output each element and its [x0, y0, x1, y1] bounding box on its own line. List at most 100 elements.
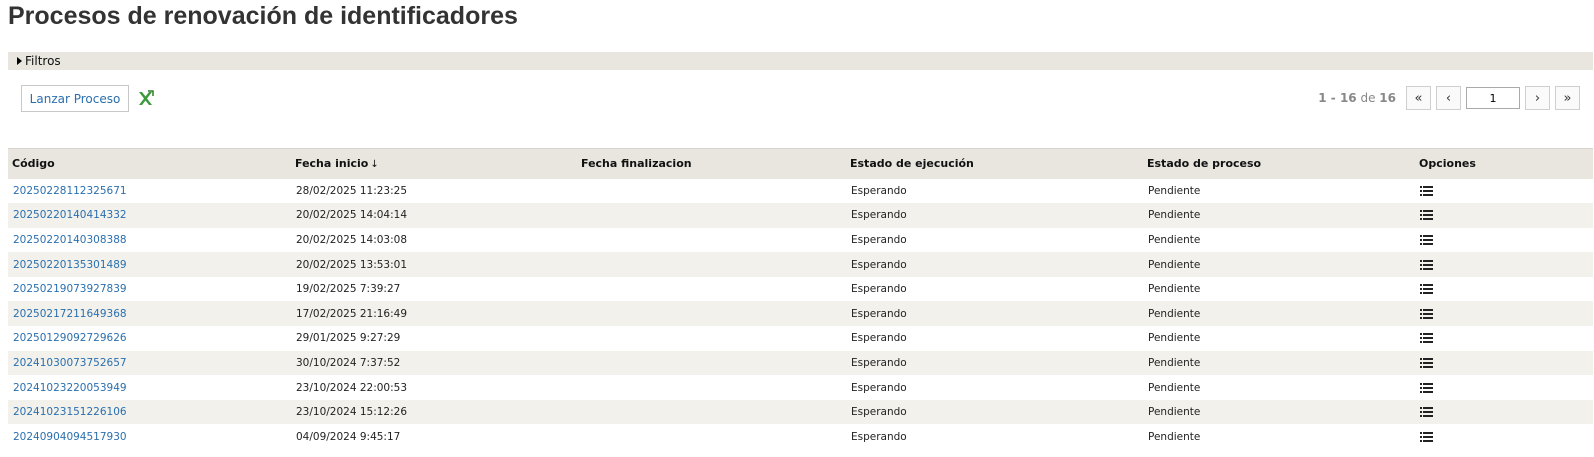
page-number-input[interactable] [1466, 87, 1520, 109]
table-row: 20250220140414332 20/02/2025 14:04:14 Espe… [8, 203, 1593, 228]
list-options-icon[interactable] [1420, 333, 1433, 344]
cell-start-date: 20/02/2025 14:04:14 [291, 203, 577, 228]
cell-end-date [577, 301, 846, 327]
list-options-icon[interactable] [1420, 185, 1433, 196]
prev-page-button[interactable]: ‹ [1436, 86, 1461, 110]
cell-options [1415, 350, 1593, 376]
cell-code: 20250220135301489 [8, 252, 291, 277]
cell-end-date [577, 179, 846, 204]
cell-code: 20241023220053949 [8, 375, 291, 400]
cell-process-state: Pendiente [1148, 430, 1201, 443]
cell-code: 20241030073752657 [8, 350, 291, 376]
cell-end-date [577, 424, 846, 449]
process-code-link[interactable]: 20250220140414332 [13, 209, 127, 221]
of-label: de [1356, 91, 1380, 105]
list-options-icon[interactable] [1420, 284, 1433, 295]
caret-right-icon [17, 57, 22, 65]
excel-export-icon[interactable] [137, 90, 154, 107]
list-options-icon[interactable] [1420, 357, 1433, 368]
cell-start-date: 29/01/2025 9:27:29 [296, 332, 401, 345]
table-row: 20250129092729626 29/01/2025 9:27:29 Esper… [8, 326, 1593, 351]
launch-process-button[interactable]: Lanzar Proceso [21, 85, 129, 112]
cell-process-state: Pendiente [1148, 283, 1201, 296]
cell-options [1415, 399, 1593, 425]
cell-process-state: Pendiente [1143, 203, 1415, 228]
cell-end-date [577, 399, 846, 425]
cell-process-state: Pendiente [1143, 350, 1415, 376]
filters-toggle[interactable]: Filtros [8, 52, 1593, 70]
cell-end-date [577, 326, 846, 351]
cell-code: 20250220140414332 [8, 203, 291, 228]
pagination-info: 1 - 16 de 16 [1318, 91, 1396, 105]
list-options-icon[interactable] [1420, 431, 1433, 442]
cell-exec-state: Esperando [851, 233, 907, 246]
col-header-exec-state[interactable]: Estado de ejecución [846, 148, 1143, 179]
cell-options [1415, 252, 1593, 277]
pagination: 1 - 16 de 16 « ‹ › » [1318, 86, 1580, 110]
cell-code: 20240904094517930 [8, 424, 291, 449]
cell-start-date: 17/02/2025 21:16:49 [291, 301, 577, 327]
process-code-link[interactable]: 20241023220053949 [13, 382, 127, 394]
process-code-link[interactable]: 20250220140308388 [13, 234, 127, 246]
process-code-link[interactable]: 20250129092729626 [13, 332, 127, 344]
cell-exec-state: Esperando [846, 350, 1143, 376]
process-code-link[interactable]: 20241023151226106 [13, 406, 127, 418]
cell-process-state: Pendiente [1148, 233, 1201, 246]
table-row: 20241023220053949 23/10/2024 22:00:53 Espe… [8, 375, 1593, 400]
processes-table: Código Fecha inicio ↓ Fecha finalizacion … [8, 148, 1593, 449]
list-options-icon[interactable] [1420, 234, 1433, 245]
cell-code: 20250217211649368 [8, 301, 291, 327]
col-header-start-label: Fecha inicio [295, 157, 369, 171]
cell-exec-state: Esperando [846, 252, 1143, 277]
list-options-icon[interactable] [1420, 210, 1433, 221]
process-code-link[interactable]: 20241030073752657 [13, 357, 127, 369]
table-row: 20250220140308388 20/02/2025 14:03:08 Espe… [8, 228, 1593, 253]
list-options-icon[interactable] [1420, 382, 1433, 393]
cell-start-date: 20/02/2025 13:53:01 [291, 252, 577, 277]
first-page-button[interactable]: « [1406, 86, 1431, 110]
process-code-link[interactable]: 20240904094517930 [13, 431, 127, 443]
list-options-icon[interactable] [1420, 259, 1433, 270]
cell-code: 20250220140308388 [8, 228, 291, 253]
sort-desc-icon: ↓ [370, 159, 379, 171]
cell-process-state: Pendiente [1143, 252, 1415, 277]
cell-end-date [577, 375, 846, 400]
col-header-code[interactable]: Código [8, 148, 291, 179]
col-header-end-date[interactable]: Fecha finalizacion [577, 148, 846, 179]
last-page-button[interactable]: » [1555, 86, 1580, 110]
col-header-start-date[interactable]: Fecha inicio ↓ [291, 148, 577, 179]
cell-options [1415, 203, 1593, 228]
col-header-process-state[interactable]: Estado de proceso [1143, 148, 1415, 179]
process-code-link[interactable]: 20250217211649368 [13, 308, 127, 320]
page-title: Procesos de renovación de identificadore… [8, 2, 518, 30]
table-row: 20250219073927839 19/02/2025 7:39:27 Esper… [8, 277, 1593, 302]
cell-options [1415, 326, 1593, 351]
range-start: 1 [1318, 91, 1327, 105]
cell-options [1415, 424, 1593, 449]
cell-options [1415, 301, 1593, 327]
table-row: 20241023151226106 23/10/2024 15:12:26 Espe… [8, 399, 1593, 425]
list-options-icon[interactable] [1420, 308, 1433, 319]
table-row: 20250220135301489 20/02/2025 13:53:01 Espe… [8, 252, 1593, 277]
cell-end-date [577, 203, 846, 228]
cell-exec-state: Esperando [846, 301, 1143, 327]
range-separator: - [1326, 91, 1340, 105]
cell-end-date [577, 277, 846, 302]
filters-label: Filtros [25, 54, 61, 68]
table-row: 20250228112325671 28/02/2025 11:23:25 Espe… [8, 179, 1593, 204]
cell-options [1415, 228, 1593, 253]
cell-process-state: Pendiente [1143, 301, 1415, 327]
next-page-button[interactable]: › [1525, 86, 1550, 110]
cell-exec-state: Esperando [846, 399, 1143, 425]
list-options-icon[interactable] [1420, 407, 1433, 418]
process-code-link[interactable]: 20250228112325671 [13, 185, 127, 197]
process-code-link[interactable]: 20250220135301489 [13, 259, 127, 271]
cell-start-date: 28/02/2025 11:23:25 [296, 184, 408, 197]
cell-exec-state: Esperando [851, 430, 907, 443]
cell-code: 20241023151226106 [8, 399, 291, 425]
cell-exec-state: Esperando [851, 283, 907, 296]
cell-exec-state: Esperando [851, 381, 907, 394]
cell-start-date: 23/10/2024 15:12:26 [291, 399, 577, 425]
process-code-link[interactable]: 20250219073927839 [13, 283, 127, 295]
cell-start-date: 20/02/2025 14:03:08 [296, 233, 408, 246]
